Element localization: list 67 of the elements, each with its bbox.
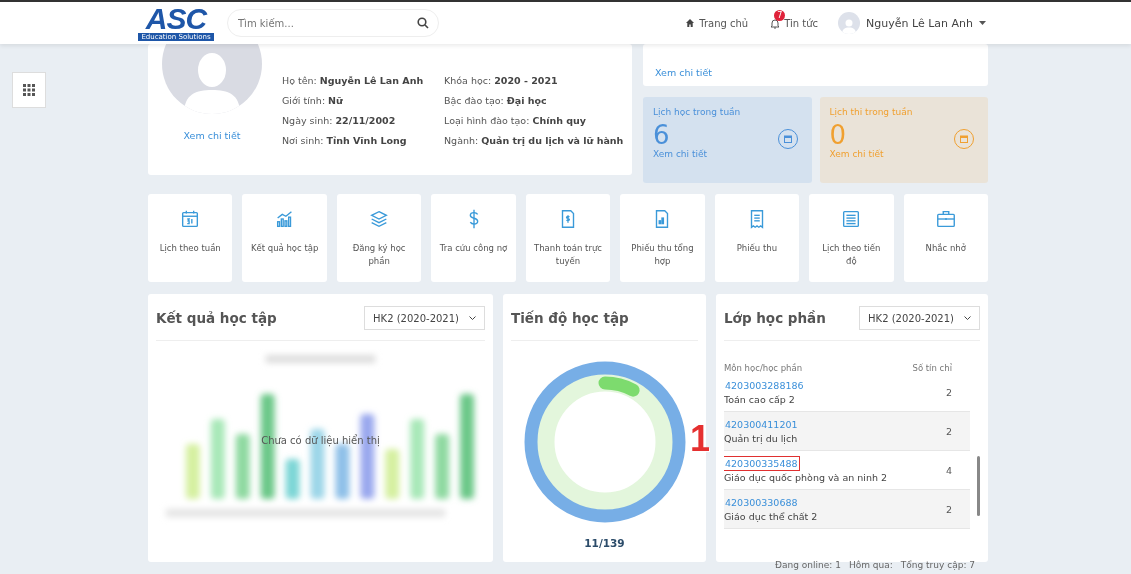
blurred-bar — [435, 434, 450, 499]
blurred-bar — [285, 459, 300, 499]
credits: 2 — [945, 425, 952, 437]
shortcut-tile[interactable]: Kết quả học tập — [242, 194, 327, 282]
logo[interactable]: ASC — [145, 5, 207, 33]
column-header: Số tín chỉ — [912, 363, 952, 373]
class-name: Quản trị du lịch — [724, 433, 799, 444]
column-header: Môn học/học phần — [724, 363, 803, 373]
nav-link[interactable]: Tin tức — [784, 17, 819, 29]
credits: 2 — [945, 386, 952, 398]
caret-icon[interactable] — [979, 21, 986, 25]
profile-field: Giới tính: Nữ — [282, 95, 444, 106]
user-name[interactable]: Nguyễn Lê Lan Anh — [866, 16, 973, 30]
profile-field: Nơi sinh: Tỉnh Vĩnh Long — [282, 135, 444, 146]
panel-title: Tiến độ học tập — [511, 310, 629, 326]
shortcut-tile[interactable]: Tra cứu công nợ — [431, 194, 516, 282]
blurred-bar — [185, 444, 200, 499]
search-icon[interactable] — [417, 17, 429, 29]
profile-field: Bậc đào tạo: Đại học — [444, 95, 624, 106]
shortcut-tile[interactable]: Thanh toán trực tuyến — [525, 194, 611, 282]
class-name: Giáo dục thể chất 2 — [724, 511, 818, 522]
stat-label: Lịch học trong tuần — [653, 107, 741, 117]
profile-field: Họ tên: Nguyễn Lê Lan Anh — [282, 75, 444, 86]
layers-icon — [368, 208, 391, 230]
shortcut-tile[interactable]: Nhắc nhở — [903, 194, 988, 282]
profile-field: Khóa học: 2020 - 2021 — [444, 75, 624, 86]
shortcut-tile[interactable]: Phiếu thu tổng hợp — [620, 194, 705, 282]
stat-value: 0 — [829, 121, 847, 149]
apps-button[interactable] — [12, 72, 46, 108]
semester-select[interactable]: HK2 (2020-2021) — [364, 306, 485, 330]
shortcut-tile[interactable]: Lịch theo tuần — [148, 194, 233, 282]
class-code-link[interactable]: 420300335488 — [724, 457, 799, 470]
grid-icon[interactable] — [23, 84, 35, 96]
credits: 2 — [945, 503, 952, 515]
briefcase-icon — [934, 208, 957, 230]
stat-value: 6 — [653, 121, 670, 149]
footer-stat: Hôm qua: — [848, 560, 893, 570]
shortcut-tile[interactable]: Lịch theo tiến độ — [809, 194, 894, 282]
panel-title: Kết quả học tập — [156, 310, 277, 326]
blurred-bar — [385, 449, 400, 499]
profile-field: Ngày sinh: 22/11/2002 — [282, 115, 444, 126]
chevron-icon — [469, 315, 476, 321]
panel-title: Lớp học phần — [724, 310, 826, 326]
search-field[interactable]: Tìm kiếm... — [227, 9, 439, 37]
stat-label: Lịch thi trong tuần — [829, 107, 913, 117]
profile-field: Loại hình đào tạo: Chính quy — [444, 115, 624, 126]
footer-stat: Tổng truy cập: 7 — [900, 560, 975, 570]
scrollbar[interactable] — [977, 456, 980, 516]
notification-badge: 7 — [774, 9, 786, 21]
credits: 4 — [945, 464, 952, 476]
nav-link[interactable]: Trang chủ — [699, 17, 749, 29]
details-link[interactable]: Xem chi tiết — [183, 130, 241, 141]
bell-icon — [770, 17, 781, 29]
blurred-bar — [235, 434, 250, 499]
shortcut-tile[interactable]: Phiếu thu — [714, 194, 800, 282]
progress-reading: 11/139 — [583, 537, 626, 549]
class-code-link[interactable]: 4203003288186 — [724, 381, 805, 392]
class-name: Giáo dục quốc phòng và an ninh 2 — [724, 472, 888, 483]
class-name: Toán cao cấp 2 — [724, 394, 796, 405]
details-link[interactable]: Xem chi tiết — [655, 67, 713, 78]
callout-number: 1 — [690, 418, 711, 460]
footer-stat: Đang online: 1 — [775, 560, 841, 570]
chevron-icon — [964, 315, 971, 321]
semester-select[interactable]: HK2 (2020-2021) — [859, 306, 980, 330]
profile-field: Ngành: Quản trị du lịch và lữ hành — [444, 135, 624, 146]
shortcut-tile[interactable]: Đăng ký học phần — [336, 194, 422, 282]
home-icon — [685, 18, 696, 28]
